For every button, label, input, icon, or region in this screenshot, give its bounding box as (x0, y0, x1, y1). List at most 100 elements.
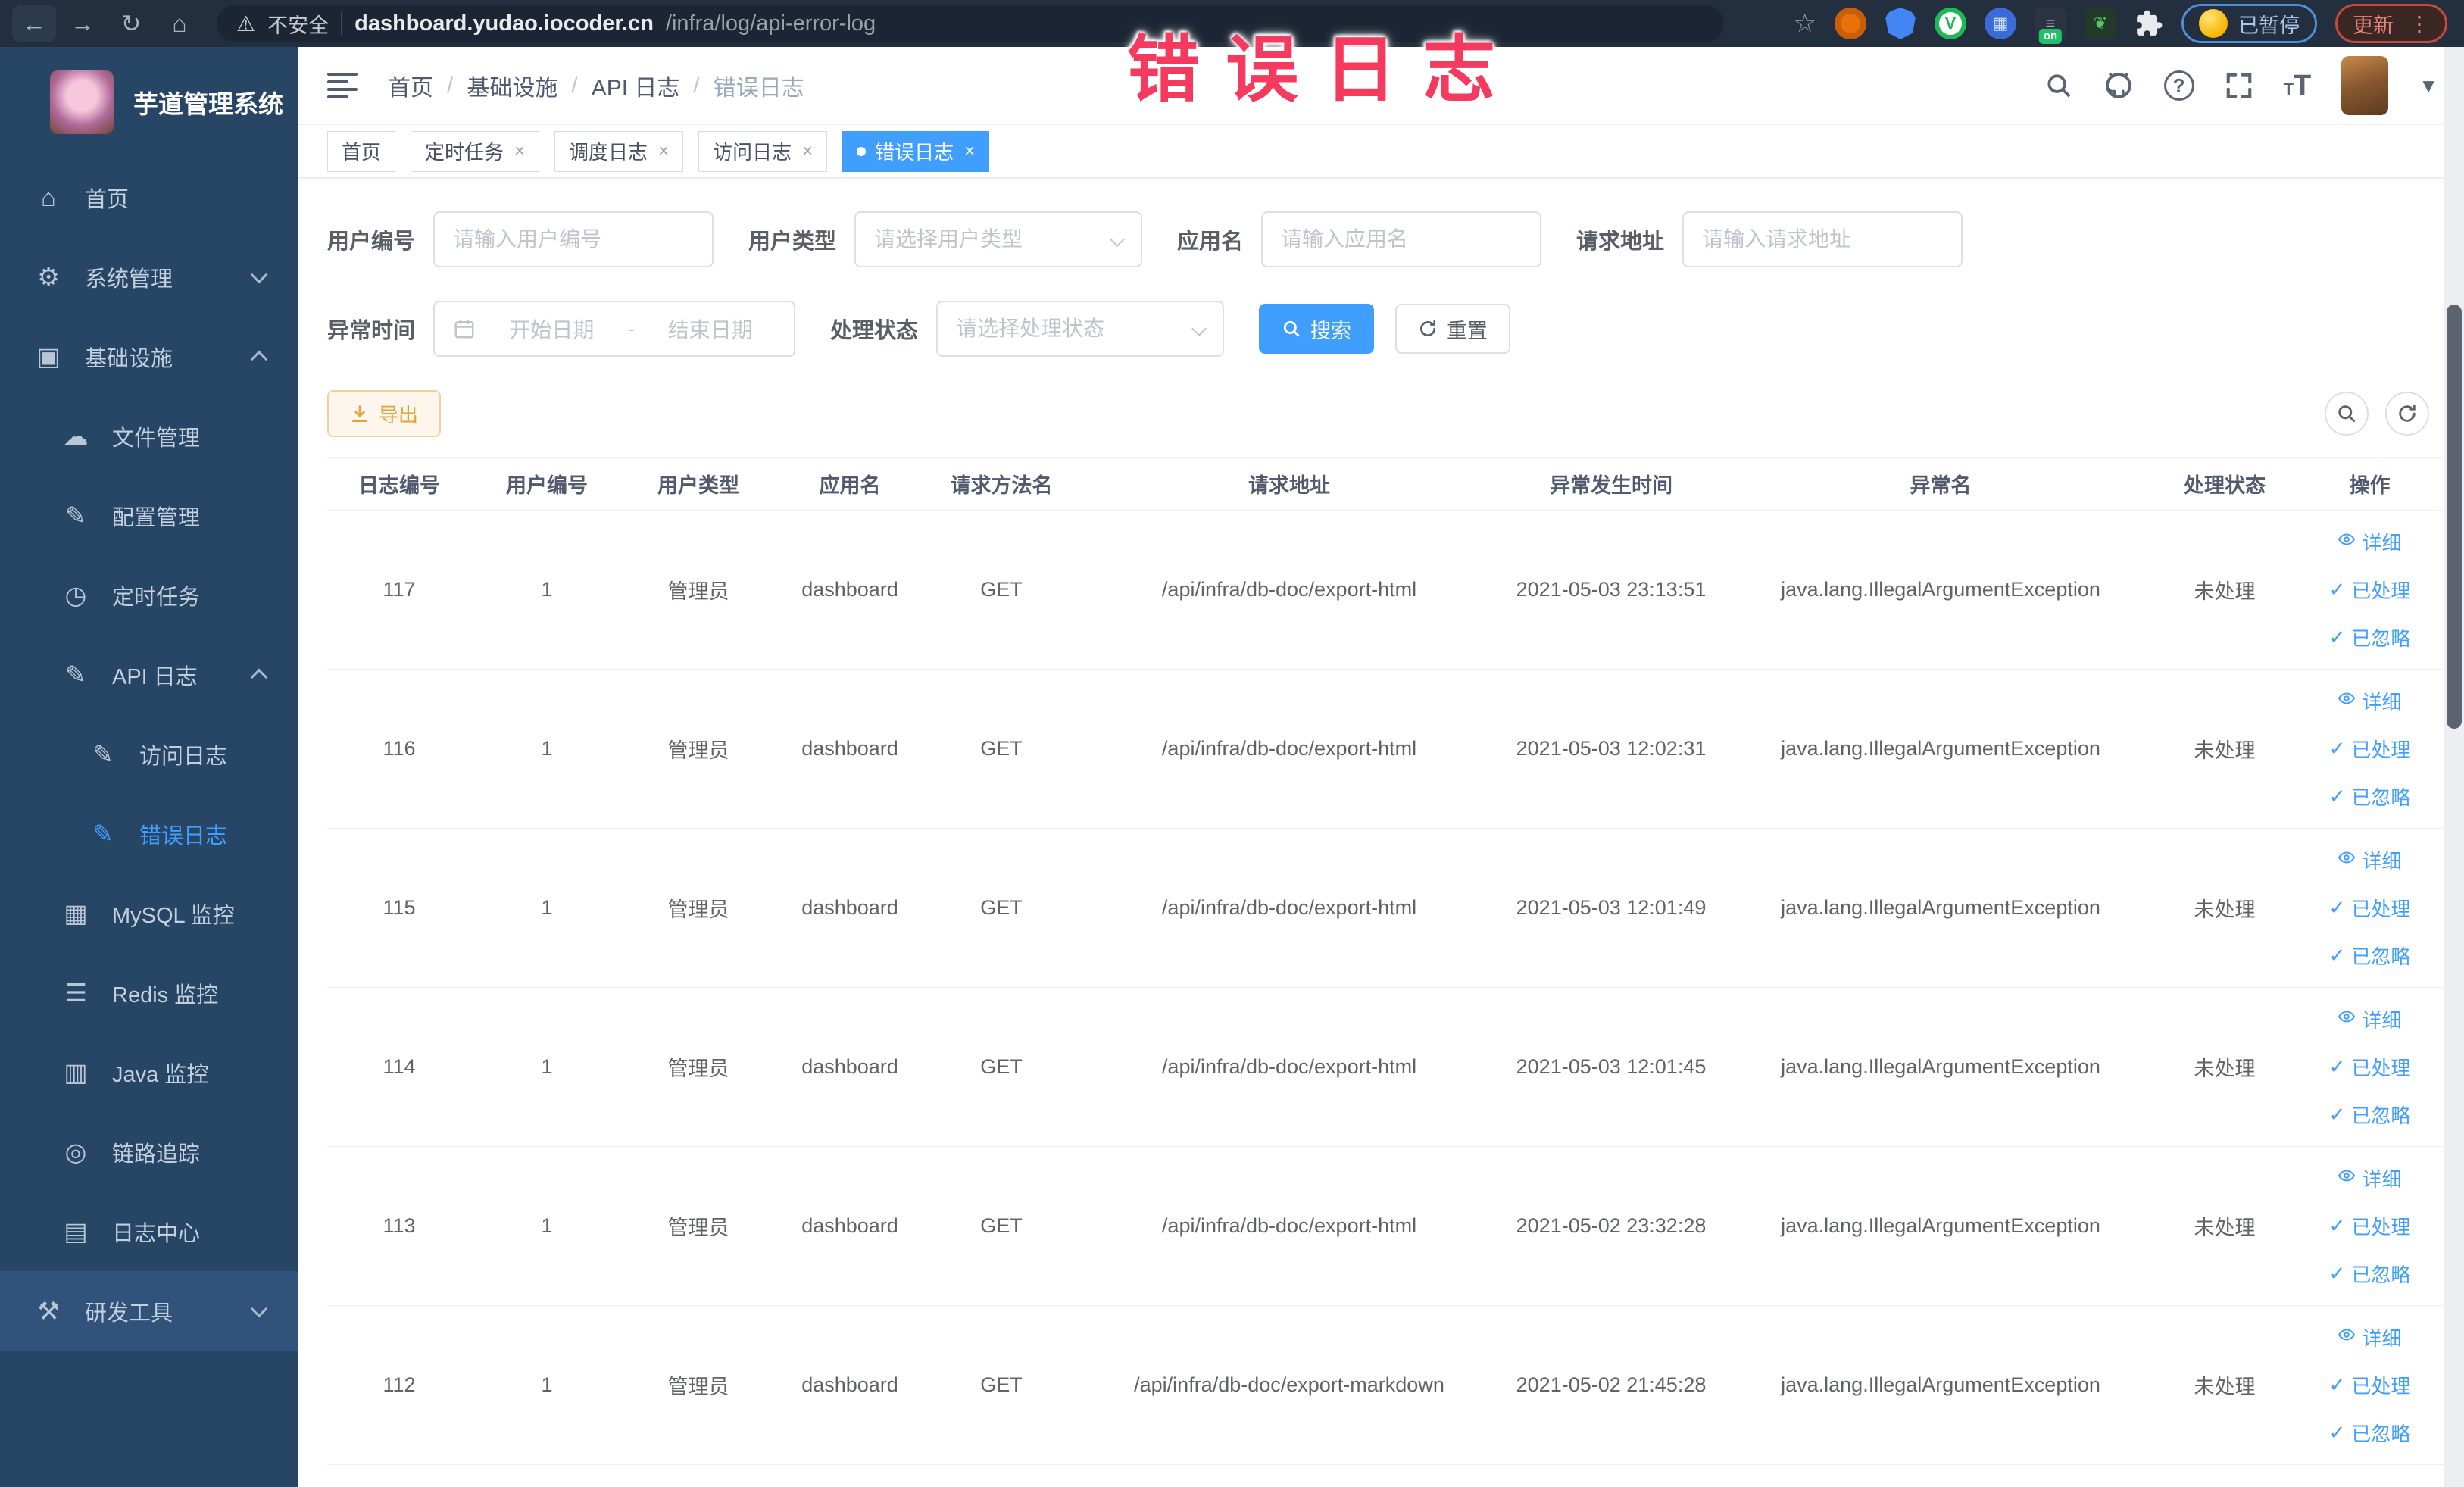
user-id-field[interactable] (453, 227, 695, 251)
action-已忽略[interactable]: ✓ 已忽略 (2329, 942, 2411, 970)
show-search-toggle-icon[interactable] (2325, 392, 2369, 436)
tab-调度日志[interactable]: 调度日志 × (554, 130, 684, 172)
sidebar-item-错误日志[interactable]: ✎ 错误日志 (0, 794, 298, 873)
cell-exception: java.lang.IllegalArgumentException (1721, 987, 2160, 1147)
sidebar-item-链路追踪[interactable]: ◎ 链路追踪 (0, 1112, 298, 1192)
action-已忽略[interactable]: ✓ 已忽略 (2329, 1260, 2411, 1288)
sidebar-item-API 日志[interactable]: ✎ API 日志 (0, 635, 298, 714)
tab-错误日志[interactable]: 错误日志 × (842, 130, 990, 172)
extension-v-icon[interactable]: V (1935, 8, 1966, 39)
sidebar-item-文件管理[interactable]: ☁ 文件管理 (0, 396, 298, 476)
sidebar-item-基础设施[interactable]: ▣ 基础设施 (0, 317, 298, 396)
sidebar-item-Redis 监控[interactable]: ☰ Redis 监控 (0, 953, 298, 1032)
sidebar-item-日志中心[interactable]: ▤ 日志中心 (0, 1192, 298, 1271)
logo-row[interactable]: 芋道管理系统 (0, 47, 298, 158)
breadcrumb-item[interactable]: API 日志 (592, 69, 680, 102)
action-label: 已处理 (2351, 1216, 2411, 1239)
profile-paused-badge[interactable]: 已暂停 (2181, 4, 2317, 43)
action-已处理[interactable]: ✓ 已处理 (2329, 576, 2411, 604)
app-name-field[interactable] (1281, 227, 1522, 251)
check-icon: ✓ (2328, 1262, 2346, 1285)
extension-grid-icon[interactable]: ▦ (1985, 8, 2016, 39)
sidebar-item-Java 监控[interactable]: ▥ Java 监控 (0, 1032, 298, 1112)
page-content: 用户编号 用户类型 应用名 (298, 178, 2464, 1487)
close-tab-icon[interactable]: × (802, 141, 813, 162)
sidebar-item-首页[interactable]: ⌂ 首页 (0, 158, 298, 237)
action-详细[interactable]: 详细 (2338, 687, 2402, 715)
table-body: 117 1 管理员 dashboard GET/api/infra/db-doc/exp… (327, 510, 2450, 1465)
sidebar-item-配置管理[interactable]: ✎ 配置管理 (0, 476, 298, 555)
extension-shield-icon[interactable] (1885, 8, 1916, 39)
sidebar-item-定时任务[interactable]: ◷ 定时任务 (0, 555, 298, 635)
action-详细[interactable]: 详细 (2338, 1323, 2402, 1351)
breadcrumb-separator: / (571, 73, 578, 98)
sidebar-item-研发工具[interactable]: ⚒ 研发工具 (0, 1271, 298, 1351)
action-已忽略[interactable]: ✓ 已忽略 (2329, 783, 2411, 811)
extension-switch-icon[interactable]: ≡ on (2035, 8, 2066, 44)
edit-icon: ✎ (65, 501, 86, 530)
extension-leaf-icon[interactable]: ❦ (2085, 8, 2116, 39)
search-button[interactable]: 搜索 (1259, 304, 1375, 354)
date-range-picker[interactable]: 开始日期 - 结束日期 (433, 301, 796, 357)
sidebar-item-系统管理[interactable]: ⚙ 系统管理 (0, 237, 298, 317)
extensions-puzzle-icon[interactable] (2135, 9, 2163, 38)
refresh-icon[interactable] (2385, 392, 2429, 436)
user-avatar[interactable] (2341, 56, 2389, 115)
user-type-select[interactable] (854, 211, 1143, 267)
avatar-caret-down-icon[interactable]: ▼ (2419, 74, 2438, 98)
action-已处理[interactable]: ✓ 已处理 (2329, 1371, 2411, 1399)
app-name-input[interactable] (1261, 211, 1542, 267)
request-url-field[interactable] (1702, 227, 1944, 251)
browser-update-button[interactable]: 更新 ⋮ (2335, 4, 2447, 43)
tab-访问日志[interactable]: 访问日志 × (698, 130, 828, 172)
start-date-placeholder[interactable]: 开始日期 (486, 314, 617, 344)
user-type-field[interactable] (874, 227, 1105, 251)
browser-back-icon[interactable]: ← (12, 5, 56, 42)
tab-首页[interactable]: 首页 (327, 130, 396, 172)
github-icon[interactable] (2103, 70, 2134, 101)
action-已忽略[interactable]: ✓ 已忽略 (2329, 1419, 2411, 1447)
request-url-input[interactable] (1682, 211, 1963, 267)
reset-button[interactable]: 重置 (1395, 304, 1511, 354)
active-tab-dot (857, 146, 867, 156)
user-id-input[interactable] (433, 211, 714, 267)
breadcrumb-item[interactable]: 基础设施 (467, 69, 557, 102)
sidebar-item-MySQL 监控[interactable]: ▦ MySQL 监控 (0, 873, 298, 953)
action-详细[interactable]: 详细 (2338, 846, 2402, 874)
browser-home-icon[interactable]: ⌂ (158, 5, 201, 42)
action-已处理[interactable]: ✓ 已处理 (2329, 1053, 2411, 1081)
process-status-field[interactable] (956, 317, 1187, 341)
action-已处理[interactable]: ✓ 已处理 (2329, 1212, 2411, 1240)
export-button[interactable]: 导出 (327, 390, 442, 437)
action-详细[interactable]: 详细 (2338, 1164, 2402, 1192)
browser-menu-kebab-icon[interactable]: ⋮ (2409, 11, 2430, 36)
action-已处理[interactable]: ✓ 已处理 (2329, 894, 2411, 922)
column-header-应用名: 应用名 (774, 457, 926, 511)
eye-icon (2338, 689, 2356, 713)
end-date-placeholder[interactable]: 结束日期 (645, 314, 776, 344)
tab-定时任务[interactable]: 定时任务 × (411, 130, 540, 172)
breadcrumb-item[interactable]: 首页 (388, 69, 433, 102)
collapse-menu-icon[interactable] (327, 73, 358, 98)
action-详细[interactable]: 详细 (2338, 1005, 2402, 1033)
close-tab-icon[interactable]: × (964, 141, 975, 162)
close-tab-icon[interactable]: × (514, 141, 525, 162)
action-已忽略[interactable]: ✓ 已忽略 (2329, 1101, 2411, 1129)
action-已忽略[interactable]: ✓ 已忽略 (2329, 623, 2411, 651)
close-tab-icon[interactable]: × (658, 141, 669, 162)
browser-forward-icon[interactable]: → (61, 5, 105, 42)
sidebar-item-访问日志[interactable]: ✎ 访问日志 (0, 714, 298, 794)
scrollbar-thumb[interactable] (2447, 305, 2462, 729)
search-icon[interactable] (2044, 71, 2073, 100)
action-label: 详细 (2362, 1327, 2402, 1350)
bookmark-star-icon[interactable]: ☆ (1794, 8, 1816, 39)
font-size-icon[interactable]: TT (2284, 70, 2312, 102)
browser-reload-icon[interactable]: ↻ (109, 5, 153, 42)
help-icon[interactable]: ? (2163, 70, 2194, 101)
page-scrollbar[interactable] (2444, 47, 2464, 1487)
extension-orange-icon[interactable] (1835, 8, 1866, 39)
action-已处理[interactable]: ✓ 已处理 (2329, 735, 2411, 763)
action-详细[interactable]: 详细 (2338, 528, 2402, 556)
process-status-select[interactable] (936, 301, 1225, 357)
fullscreen-icon[interactable] (2225, 71, 2253, 100)
